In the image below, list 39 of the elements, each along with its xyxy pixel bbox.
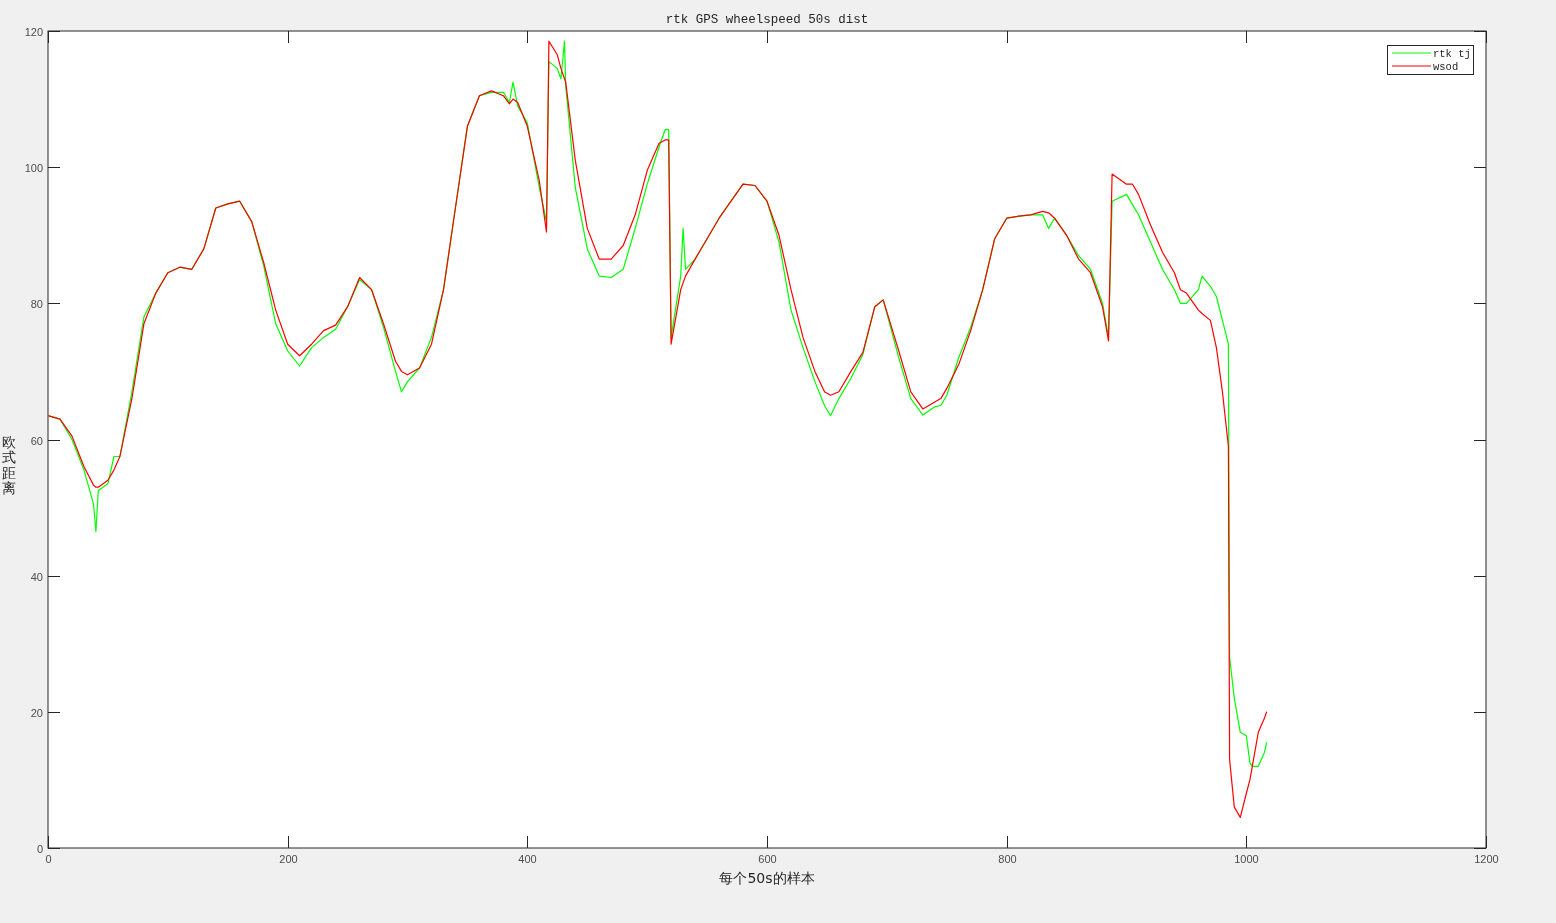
tick-label: 20	[30, 706, 43, 719]
tick-mark	[288, 835, 289, 849]
tick-mark	[1473, 440, 1487, 441]
tick-label: 400	[518, 853, 537, 865]
tick-label: 800	[998, 853, 1017, 865]
tick-mark	[1473, 167, 1487, 168]
tick-mark	[767, 30, 768, 44]
chart-title: rtk GPS wheelspeed 50s dist	[665, 13, 869, 27]
tick-label: 80	[30, 297, 43, 310]
tick-mark	[1007, 30, 1008, 44]
y-axis-label: 欧式距离	[2, 434, 16, 497]
tick-mark	[527, 835, 528, 849]
x-axis-label: 每个50s的样本	[719, 870, 815, 886]
tick-mark	[1246, 30, 1247, 44]
tick-label: 1000	[1234, 853, 1259, 865]
tick-label: 0	[45, 853, 52, 865]
legend-label: rtk tj	[1433, 47, 1471, 60]
tick-label: 60	[30, 434, 43, 447]
tick-mark	[1246, 835, 1247, 849]
tick-label: 0	[36, 842, 43, 855]
tick-mark	[47, 576, 61, 577]
tick-mark	[767, 835, 768, 849]
tick-label: 120	[24, 25, 43, 38]
tick-mark	[47, 303, 61, 304]
tick-mark	[1007, 835, 1008, 849]
tick-label: 100	[24, 161, 43, 174]
tick-label: 40	[30, 570, 43, 583]
tick-label: 1200	[1474, 853, 1499, 865]
tick-mark	[1473, 303, 1487, 304]
legend-label: wsod	[1433, 60, 1459, 73]
tick-mark	[47, 167, 61, 168]
tick-mark	[1473, 576, 1487, 577]
tick-label: 200	[279, 853, 298, 865]
tick-mark	[47, 712, 61, 713]
tick-label: 600	[758, 853, 777, 865]
tick-mark	[1473, 712, 1487, 713]
tick-mark	[47, 440, 61, 441]
tick-mark	[527, 30, 528, 44]
tick-mark	[288, 30, 289, 44]
